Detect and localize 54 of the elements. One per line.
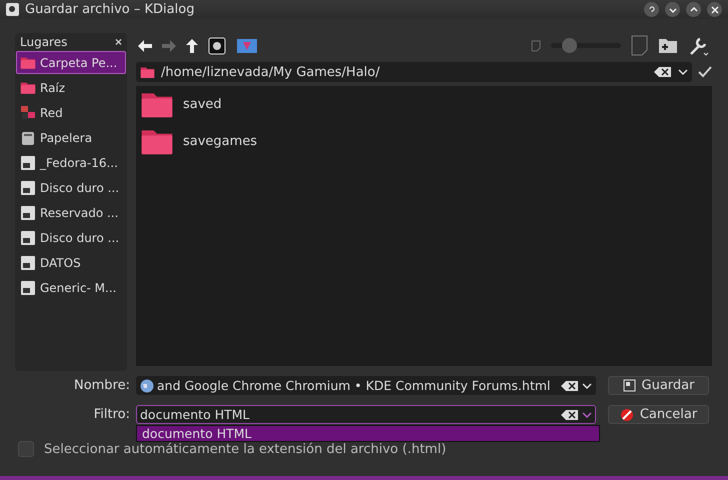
place-item[interactable]: Red — [16, 101, 126, 124]
place-item[interactable]: Carpeta Pe... — [16, 51, 126, 74]
back-icon[interactable] — [138, 40, 152, 52]
cancel-icon — [620, 408, 634, 422]
place-item[interactable]: Generic- M... — [16, 276, 126, 299]
place-item[interactable]: Papelera — [16, 126, 126, 149]
filter-field[interactable]: documento HTML — [136, 405, 596, 424]
place-item[interactable]: DATOS — [16, 251, 126, 274]
checkbox[interactable] — [18, 441, 34, 457]
trash-icon — [20, 130, 36, 146]
minimize-icon[interactable] — [665, 2, 680, 17]
place-item[interactable]: Disco duro ... — [16, 176, 126, 199]
place-item[interactable]: Disco duro ... — [16, 226, 126, 249]
small-page-icon — [531, 40, 541, 52]
close-button[interactable]: × — [114, 35, 122, 49]
up-arrow-icon[interactable] — [186, 38, 198, 53]
folder-item[interactable]: saved — [140, 90, 708, 119]
drive-icon — [20, 154, 36, 170]
drive-icon — [20, 180, 36, 196]
field-label: Filtro: — [92, 407, 130, 422]
name-field[interactable]: and Google Chrome Chromium • KDE Community Forums.html — [136, 376, 596, 395]
disc-icon[interactable] — [208, 36, 226, 55]
zoom-slider[interactable] — [551, 38, 621, 54]
folder-item[interactable]: savegames — [140, 126, 708, 156]
folder-icon — [140, 66, 155, 78]
new-folder-icon[interactable] — [658, 36, 678, 55]
large-page-icon — [631, 35, 648, 56]
maximize-icon[interactable] — [686, 2, 701, 17]
checkmark-icon[interactable] — [698, 66, 712, 78]
cancel-button[interactable]: Cancelar — [608, 405, 709, 424]
folder-icon — [20, 56, 36, 70]
dropdown-option[interactable]: documento HTML — [137, 426, 599, 441]
window-title: Guardar archivo – KDialog — [25, 2, 196, 17]
clear-icon[interactable] — [561, 408, 579, 420]
clear-icon[interactable] — [654, 66, 672, 78]
drive-icon — [20, 280, 36, 296]
drive-icon — [20, 204, 36, 220]
drive-icon — [20, 254, 36, 270]
path-field[interactable]: /home/liznevada/My Games/Halo/ — [136, 62, 692, 82]
place-item[interactable]: Reservado ... — [16, 201, 126, 224]
help-icon[interactable] — [644, 2, 659, 17]
panel-title: Lugares — [20, 35, 68, 49]
field-label: Nombre: — [72, 378, 130, 393]
clear-icon[interactable] — [561, 380, 579, 392]
folder-icon — [20, 80, 36, 94]
checkbox-label: Seleccionar automáticamente la extensión del archivo (.html) — [44, 442, 446, 456]
save-icon — [622, 379, 636, 392]
preview-icon[interactable] — [236, 36, 258, 55]
app-icon — [6, 3, 19, 16]
close-icon[interactable] — [707, 2, 722, 17]
save-button[interactable]: Guardar — [608, 376, 709, 395]
place-item[interactable]: _Fedora-16... — [16, 151, 126, 174]
place-item[interactable]: Raíz — [16, 76, 126, 99]
drive-icon — [20, 230, 36, 246]
